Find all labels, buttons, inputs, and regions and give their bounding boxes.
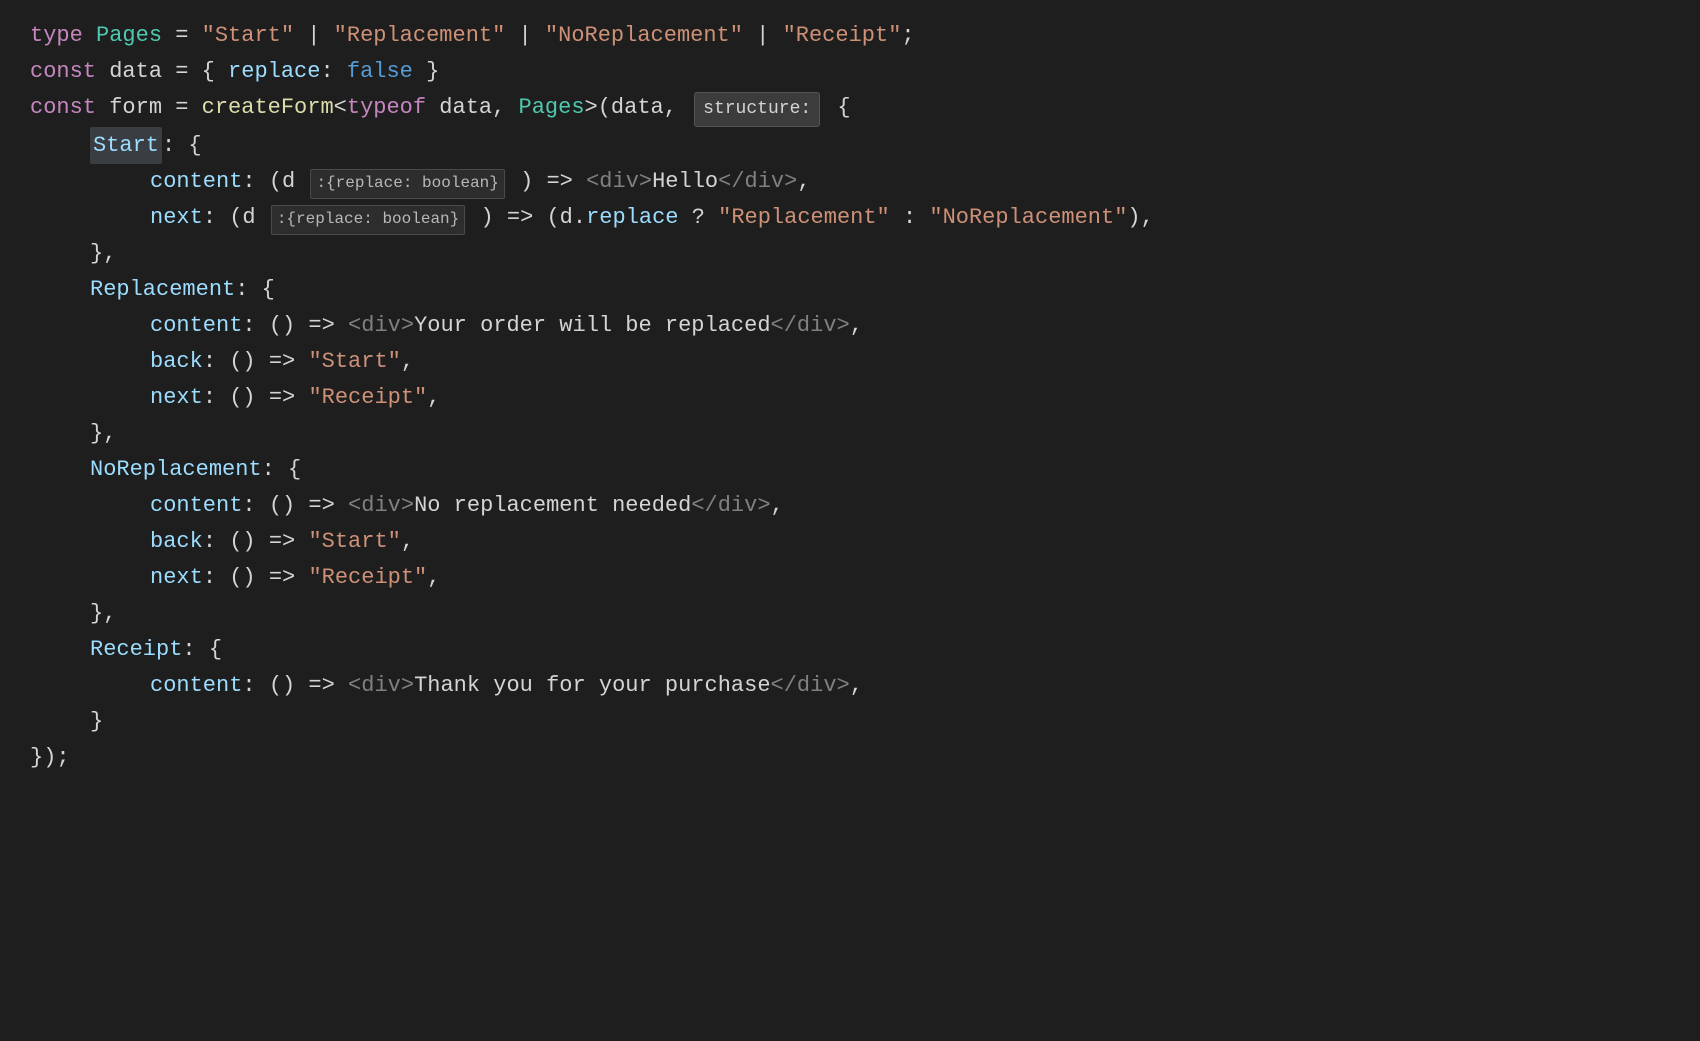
- code-line-7: },: [30, 236, 1670, 272]
- code-line-20: }: [30, 704, 1670, 740]
- code-line-12: },: [30, 416, 1670, 452]
- code-line-11: next: () => "Receipt",: [30, 380, 1670, 416]
- code-line-1: type Pages = "Start" | "Replacement" | "…: [30, 18, 1670, 54]
- code-line-14: content: () => <div>No replacement neede…: [30, 488, 1670, 524]
- code-line-17: },: [30, 596, 1670, 632]
- code-line-21: });: [30, 740, 1670, 776]
- start-key: Start: [90, 127, 162, 164]
- replacement-key: Replacement: [90, 272, 235, 307]
- code-line-3: const form = createForm<typeof data, Pag…: [30, 90, 1670, 127]
- code-line-10: back: () => "Start",: [30, 344, 1670, 380]
- code-line-19: content: () => <div>Thank you for your p…: [30, 668, 1670, 704]
- keyword-type: type: [30, 18, 96, 53]
- code-line-8: Replacement: {: [30, 272, 1670, 308]
- param-hint-replace-bool: :{replace: boolean}: [310, 169, 504, 199]
- code-line-6: next: (d :{replace: boolean} ) => (d.rep…: [30, 200, 1670, 236]
- code-line-5: content: (d :{replace: boolean} ) => <di…: [30, 164, 1670, 200]
- code-editor: type Pages = "Start" | "Replacement" | "…: [0, 0, 1700, 1041]
- code-line-4: Start: {: [30, 127, 1670, 164]
- code-line-2: const data = { replace: false }: [30, 54, 1670, 90]
- receipt-key: Receipt: [90, 632, 182, 667]
- code-line-15: back: () => "Start",: [30, 524, 1670, 560]
- code-line-9: content: () => <div>Your order will be r…: [30, 308, 1670, 344]
- code-line-13: NoReplacement: {: [30, 452, 1670, 488]
- param-hint-replace-bool-2: :{replace: boolean}: [271, 205, 465, 235]
- noreplacement-key: NoReplacement: [90, 452, 262, 487]
- code-line-18: Receipt: {: [30, 632, 1670, 668]
- code-line-16: next: () => "Receipt",: [30, 560, 1670, 596]
- type-pages: Pages: [96, 18, 162, 53]
- structure-tooltip: structure:: [694, 92, 820, 127]
